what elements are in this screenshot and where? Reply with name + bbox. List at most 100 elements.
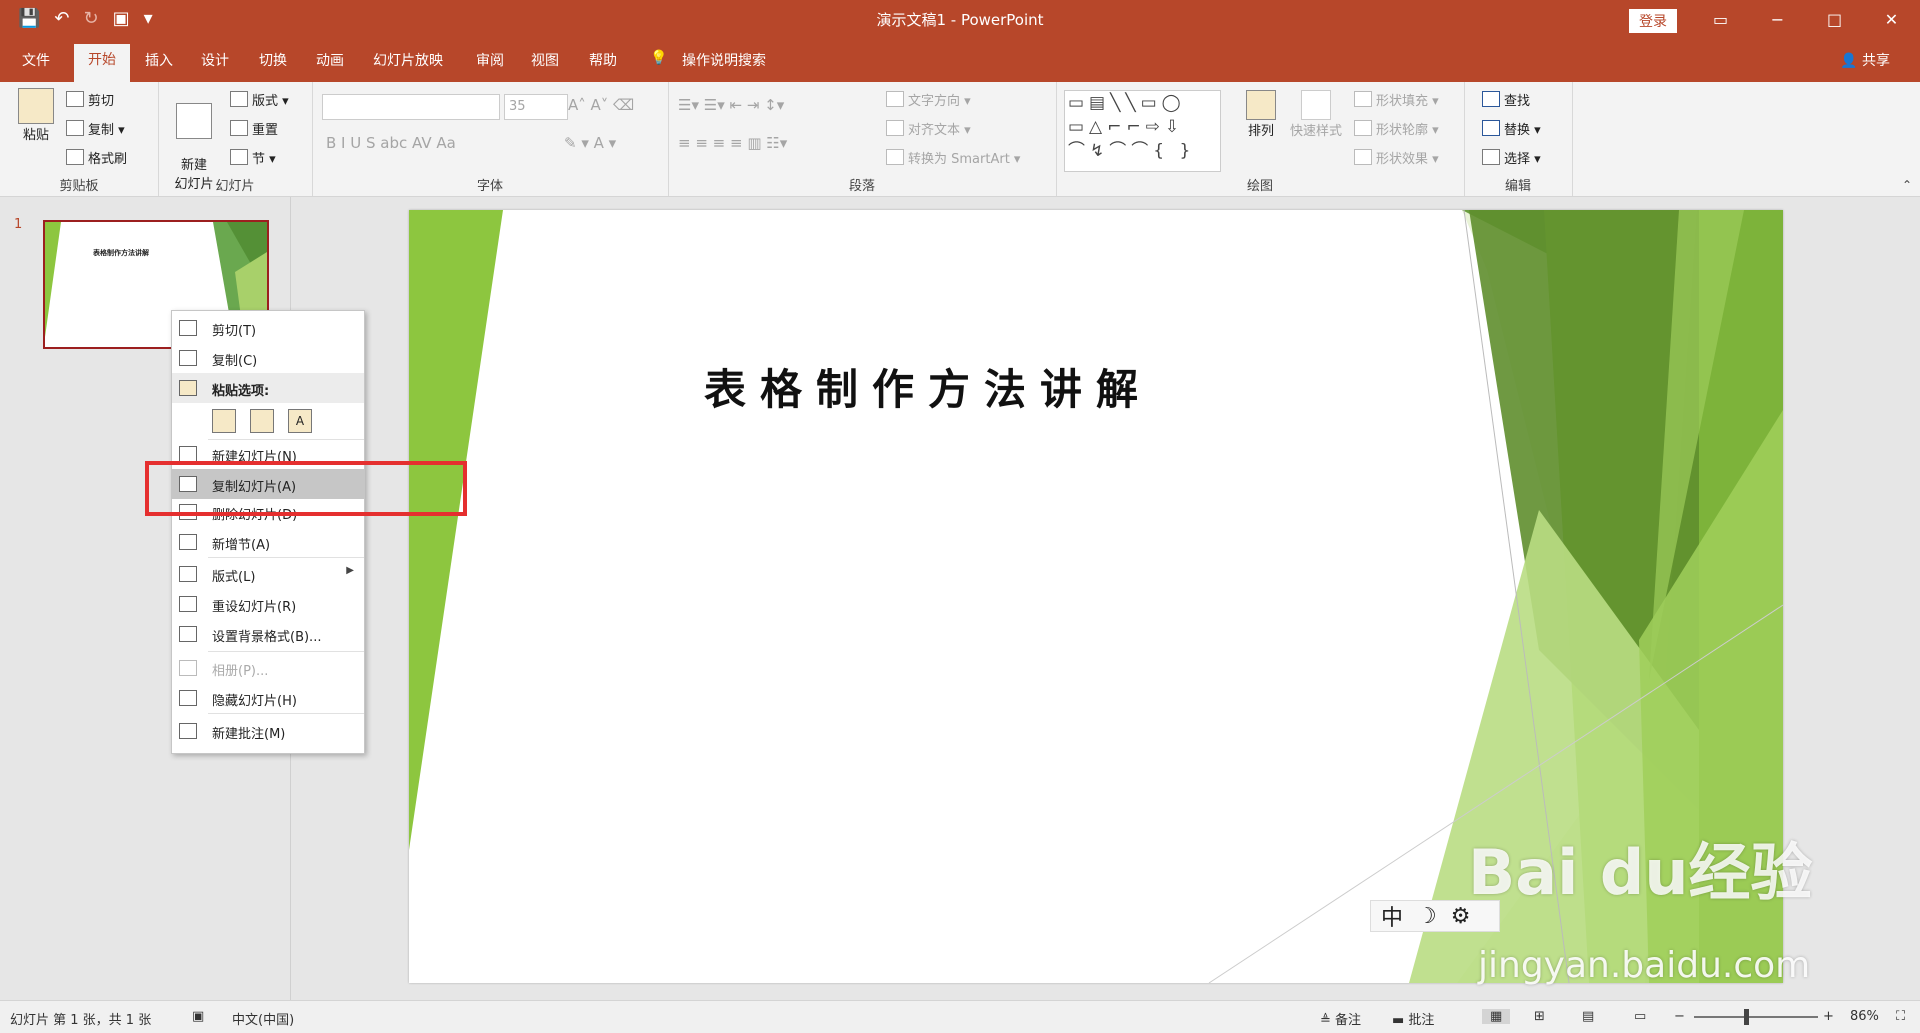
tab-home[interactable]: 开始	[74, 44, 130, 82]
align-text-icon	[886, 120, 904, 136]
tab-help[interactable]: 帮助	[589, 50, 617, 70]
ribbon: 粘贴 剪切 复制 ▾ 格式刷 剪贴板 新建 幻灯片 版式 ▾ 重置 节 ▾ 幻灯…	[0, 82, 1920, 197]
normal-view-button[interactable]: ▦	[1482, 1009, 1511, 1024]
language-indicator[interactable]: 中文(中国)	[232, 1009, 294, 1028]
font-color-buttons[interactable]: ✎ ▾ A ▾	[564, 134, 616, 152]
zoom-slider-track[interactable]	[1694, 1016, 1818, 1018]
group-font: 35 A˄ A˅ ⌫ B I U S abc AV Aa ✎ ▾ A ▾ 字体	[312, 82, 669, 196]
moon-icon[interactable]: ☽	[1417, 904, 1437, 929]
layout-icon	[179, 566, 197, 582]
shapes-gallery[interactable]: ▭▤╲╲▭◯ ▭△⌐⌐⇨⇩ ⌒↯⌒⌒{ }	[1064, 90, 1221, 172]
paste-keep-formatting-icon[interactable]	[250, 409, 274, 433]
select-button[interactable]: 选择 ▾	[1482, 148, 1541, 167]
comments-button[interactable]: ▬ 批注	[1392, 1009, 1434, 1028]
find-button[interactable]: 查找	[1482, 90, 1530, 109]
menu-item-layout[interactable]: 版式(L) ▶	[172, 559, 364, 589]
collapse-ribbon-icon[interactable]: ⌃	[1902, 178, 1912, 192]
find-label: 查找	[1504, 94, 1531, 109]
tab-insert[interactable]: 插入	[145, 50, 173, 70]
zoom-slider-thumb[interactable]	[1744, 1009, 1749, 1025]
menu-item-reset-slide[interactable]: 重设幻灯片(R)	[172, 589, 364, 619]
shape-outline-button[interactable]: 形状轮廓 ▾	[1354, 119, 1439, 138]
align-buttons[interactable]: ≡ ≡ ≡ ≡ ▥ ☷▾	[678, 134, 787, 152]
menu-item-label: 新增节(A)	[212, 538, 271, 553]
shape-fill-label: 形状填充	[1376, 94, 1429, 109]
shape-effects-button[interactable]: 形状效果 ▾	[1354, 148, 1439, 167]
lightbulb-icon: 💡	[650, 50, 668, 66]
cut-button[interactable]: 剪切	[66, 90, 114, 109]
zoom-level[interactable]: 86%	[1850, 1009, 1879, 1024]
zoom-in-button[interactable]: +	[1823, 1009, 1834, 1024]
smartart-icon	[886, 149, 904, 165]
menu-item-format-background[interactable]: 设置背景格式(B)...	[172, 619, 364, 649]
share-button[interactable]: 👤 共享	[1840, 50, 1890, 70]
reset-icon	[179, 596, 197, 612]
quick-styles-button[interactable]: 快速样式	[1284, 90, 1348, 139]
list-buttons[interactable]: ☰▾ ☰▾ ⇤ ⇥ ↕▾	[678, 96, 784, 114]
restore-button[interactable]: □	[1806, 0, 1863, 38]
tab-review[interactable]: 审阅	[476, 50, 504, 70]
menu-separator	[208, 651, 364, 652]
menu-item-hide-slide[interactable]: 隐藏幻灯片(H)	[172, 683, 364, 713]
replace-button[interactable]: 替换 ▾	[1482, 119, 1541, 138]
font-grow-shrink[interactable]: A˄ A˅ ⌫	[568, 96, 634, 114]
section-label: 节	[252, 152, 266, 167]
menu-item-label: 相册(P)...	[212, 664, 269, 679]
slide-title[interactable]: 表格制作方法讲解	[704, 356, 1152, 417]
search-icon	[1482, 91, 1500, 107]
reset-button[interactable]: 重置	[230, 119, 278, 138]
tab-transitions[interactable]: 切换	[259, 50, 287, 70]
ribbon-display-icon[interactable]: ▭	[1692, 0, 1749, 38]
menu-item-add-section[interactable]: 新增节(A)	[172, 527, 364, 557]
menu-item-cut[interactable]: 剪切(T)	[172, 313, 364, 343]
paste-keep-theme-icon[interactable]	[212, 409, 236, 433]
slide-number: 1	[14, 217, 23, 232]
fit-slide-icon[interactable]: ⛶	[1896, 1009, 1905, 1024]
tab-design[interactable]: 设计	[201, 50, 229, 70]
copy-button[interactable]: 复制 ▾	[66, 119, 125, 138]
paint-bucket-icon	[1354, 91, 1372, 107]
ime-mode-label[interactable]: 中	[1381, 900, 1403, 932]
font-format-buttons[interactable]: B I U S abc AV Aa	[326, 134, 456, 152]
paste-button[interactable]: 粘贴	[14, 88, 58, 143]
share-label: 共享	[1862, 53, 1890, 69]
slide-sorter-button[interactable]: ⊞	[1534, 1009, 1545, 1024]
person-icon: 👤	[1840, 53, 1858, 69]
quick-styles-icon	[1301, 90, 1331, 120]
paste-text-only-icon[interactable]: A	[288, 409, 312, 433]
layout-button[interactable]: 版式 ▾	[230, 90, 289, 109]
font-name-combo[interactable]	[322, 94, 500, 120]
paste-icon	[179, 380, 197, 396]
tab-view[interactable]: 视图	[531, 50, 559, 70]
arrange-button[interactable]: 排列	[1236, 90, 1286, 139]
menu-item-label: 新建批注(M)	[212, 727, 286, 742]
login-button[interactable]: 登录	[1629, 9, 1677, 33]
menu-item-copy[interactable]: 复制(C)	[172, 343, 364, 373]
convert-smartart-button[interactable]: 转换为 SmartArt ▾	[886, 148, 1020, 167]
section-button[interactable]: 节 ▾	[230, 148, 276, 167]
close-button[interactable]: ✕	[1863, 0, 1920, 38]
minimize-button[interactable]: −	[1749, 0, 1806, 38]
notes-button[interactable]: ≜ 备注	[1320, 1009, 1361, 1028]
menu-item-label: 剪切(T)	[212, 324, 257, 339]
tab-slideshow[interactable]: 幻灯片放映	[373, 50, 443, 70]
align-text-button[interactable]: 对齐文本 ▾	[886, 119, 971, 138]
tell-me-search[interactable]: 操作说明搜索	[682, 50, 766, 70]
paste-icon	[18, 88, 54, 124]
tab-animations[interactable]: 动画	[316, 50, 344, 70]
tab-file[interactable]: 文件	[22, 50, 50, 70]
format-painter-button[interactable]: 格式刷	[66, 148, 127, 167]
shape-fill-button[interactable]: 形状填充 ▾	[1354, 90, 1439, 109]
paragraph-group-label: 段落	[848, 179, 875, 194]
font-size-combo[interactable]: 35	[504, 94, 568, 120]
text-direction-button[interactable]: 文字方向 ▾	[886, 90, 971, 109]
highlight-annotation-box	[145, 461, 467, 516]
spellcheck-icon[interactable]: ▣	[192, 1009, 204, 1024]
group-slides: 新建 幻灯片 版式 ▾ 重置 节 ▾ 幻灯片	[158, 82, 313, 196]
reading-view-button[interactable]: ▤	[1582, 1009, 1594, 1024]
menu-item-new-comment[interactable]: 新建批注(M)	[172, 716, 364, 746]
zoom-out-button[interactable]: −	[1674, 1009, 1685, 1024]
slides-group-label: 幻灯片	[215, 179, 255, 194]
slideshow-button[interactable]: ▭	[1634, 1009, 1646, 1024]
shape-effects-label: 形状效果	[1376, 152, 1429, 167]
